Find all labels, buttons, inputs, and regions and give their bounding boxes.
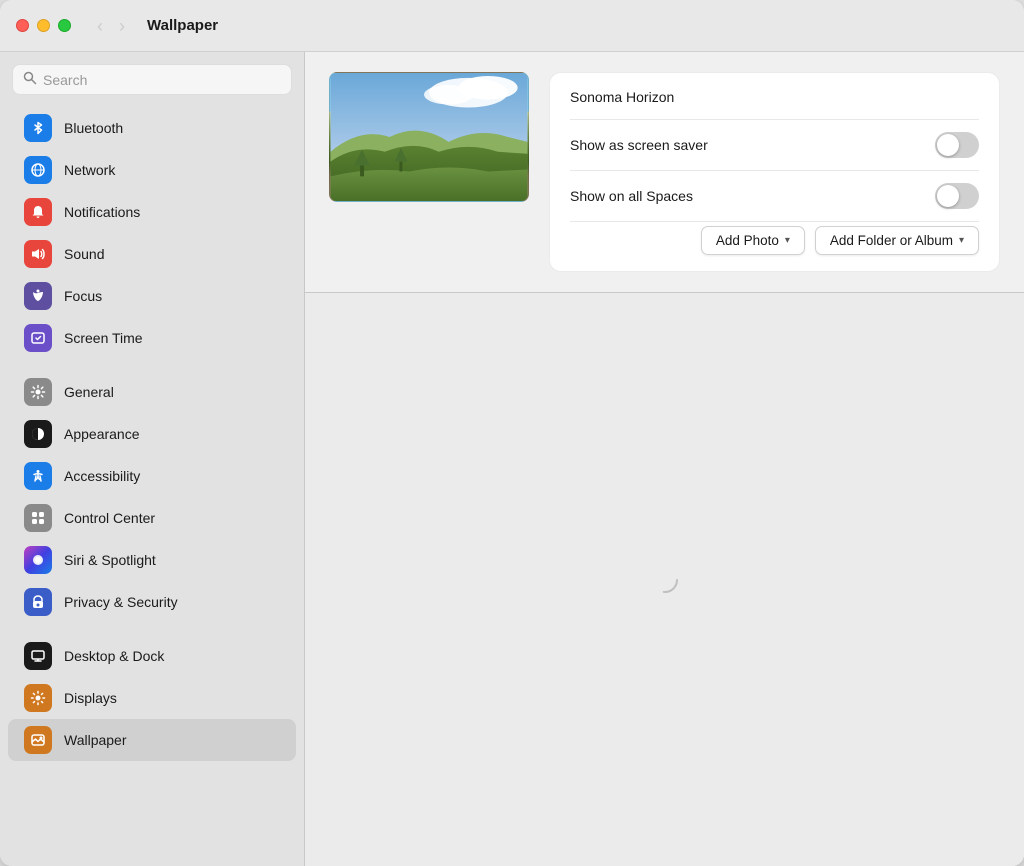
notifications-label: Notifications	[64, 204, 140, 220]
search-container: Search	[0, 64, 304, 107]
sidebar-item-displays[interactable]: Displays	[8, 677, 296, 719]
search-placeholder: Search	[43, 72, 281, 88]
sidebar-items-container: Bluetooth Network Notifications Sound Focus S…	[0, 107, 304, 761]
screensaver-toggle[interactable]	[935, 132, 979, 158]
sidebar-item-accessibility[interactable]: Accessibility	[8, 455, 296, 497]
search-icon	[23, 71, 37, 88]
wallpaper-label: Wallpaper	[64, 732, 127, 748]
maximize-button[interactable]	[58, 19, 71, 32]
add-folder-button[interactable]: Add Folder or Album ▾	[815, 226, 979, 255]
network-label: Network	[64, 162, 115, 178]
sound-icon	[24, 240, 52, 268]
displays-label: Displays	[64, 690, 117, 706]
main-content: Search Bluetooth Network Notifications Soun…	[0, 52, 1024, 866]
sidebar-item-siri[interactable]: Siri & Spotlight	[8, 539, 296, 581]
desktop-label: Desktop & Dock	[64, 648, 164, 664]
screensaver-toggle-row: Show as screen saver	[570, 120, 979, 171]
wallpaper-name: Sonoma Horizon	[570, 89, 979, 120]
loading-spinner	[650, 565, 680, 595]
window-title: Wallpaper	[147, 17, 218, 34]
sidebar: Search Bluetooth Network Notifications Soun…	[0, 52, 305, 866]
screentime-icon	[24, 324, 52, 352]
controlcenter-icon	[24, 504, 52, 532]
sidebar-item-sound[interactable]: Sound	[8, 233, 296, 275]
bluetooth-label: Bluetooth	[64, 120, 123, 136]
appearance-icon	[24, 420, 52, 448]
screentime-label: Screen Time	[64, 330, 143, 346]
bluetooth-icon	[24, 114, 52, 142]
sidebar-separator	[0, 623, 304, 635]
minimize-button[interactable]	[37, 19, 50, 32]
notifications-icon	[24, 198, 52, 226]
privacy-icon	[24, 588, 52, 616]
focus-label: Focus	[64, 288, 102, 304]
displays-icon	[24, 684, 52, 712]
wallpaper-info-panel: Sonoma Horizon Show as screen saver Show…	[549, 72, 1000, 272]
spaces-toggle[interactable]	[935, 183, 979, 209]
accessibility-icon	[24, 462, 52, 490]
forward-button[interactable]: ›	[113, 15, 131, 37]
system-preferences-window: ‹ › Wallpaper Search BluetoothNetw	[0, 0, 1024, 866]
back-button[interactable]: ‹	[91, 15, 109, 37]
screensaver-label: Show as screen saver	[570, 137, 708, 153]
wallpaper-icon	[24, 726, 52, 754]
panel-content: Sonoma Horizon Show as screen saver Show…	[305, 52, 1024, 292]
sidebar-item-desktop[interactable]: Desktop & Dock	[8, 635, 296, 677]
traffic-lights	[16, 19, 71, 32]
sidebar-item-bluetooth[interactable]: Bluetooth	[8, 107, 296, 149]
privacy-label: Privacy & Security	[64, 594, 178, 610]
accessibility-label: Accessibility	[64, 468, 140, 484]
spaces-toggle-row: Show on all Spaces	[570, 171, 979, 222]
sidebar-item-network[interactable]: Network	[8, 149, 296, 191]
add-photo-chevron: ▾	[785, 235, 790, 246]
right-panel: Sonoma Horizon Show as screen saver Show…	[305, 52, 1024, 866]
general-label: General	[64, 384, 114, 400]
loading-area	[305, 293, 1024, 866]
sidebar-item-focus[interactable]: Focus	[8, 275, 296, 317]
general-icon	[24, 378, 52, 406]
controlcenter-label: Control Center	[64, 510, 155, 526]
title-bar: ‹ › Wallpaper	[0, 0, 1024, 52]
spaces-label: Show on all Spaces	[570, 188, 693, 204]
sidebar-item-appearance[interactable]: Appearance	[8, 413, 296, 455]
siri-icon	[24, 546, 52, 574]
sidebar-item-notifications[interactable]: Notifications	[8, 191, 296, 233]
search-box[interactable]: Search	[12, 64, 292, 95]
desktop-icon	[24, 642, 52, 670]
wallpaper-top-section: Sonoma Horizon Show as screen saver Show…	[329, 72, 1000, 272]
sidebar-item-screentime[interactable]: Screen Time	[8, 317, 296, 359]
sidebar-item-wallpaper[interactable]: Wallpaper	[8, 719, 296, 761]
wallpaper-preview[interactable]	[329, 72, 529, 202]
siri-label: Siri & Spotlight	[64, 552, 156, 568]
close-button[interactable]	[16, 19, 29, 32]
sidebar-item-privacy[interactable]: Privacy & Security	[8, 581, 296, 623]
sidebar-item-general[interactable]: General	[8, 371, 296, 413]
appearance-label: Appearance	[64, 426, 140, 442]
network-icon	[24, 156, 52, 184]
nav-buttons: ‹ ›	[91, 15, 131, 37]
focus-icon	[24, 282, 52, 310]
add-photo-button[interactable]: Add Photo ▾	[701, 226, 805, 255]
add-folder-chevron: ▾	[959, 235, 964, 246]
sidebar-separator	[0, 359, 304, 371]
sound-label: Sound	[64, 246, 104, 262]
button-row: Add Photo ▾ Add Folder or Album ▾	[570, 226, 979, 255]
sidebar-item-controlcenter[interactable]: Control Center	[8, 497, 296, 539]
